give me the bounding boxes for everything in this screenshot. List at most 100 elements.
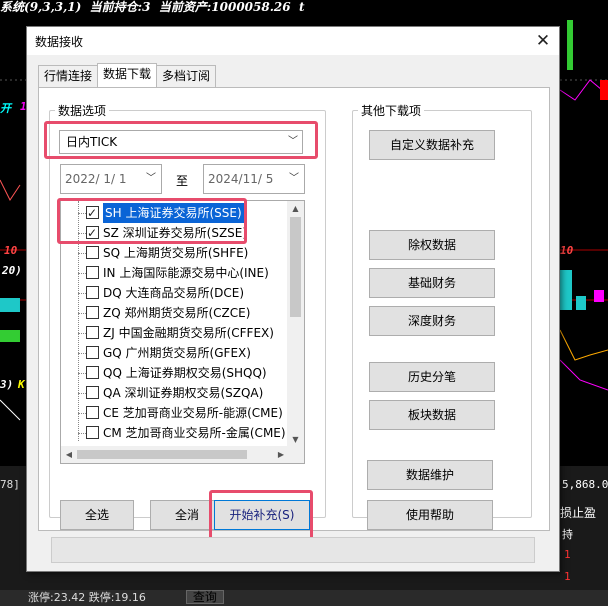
checkbox-icon[interactable] bbox=[86, 426, 99, 439]
data-type-value: 日内TICK bbox=[66, 135, 118, 149]
row-label-k: K bbox=[18, 378, 25, 391]
data-receive-dialog: 数据接收 ✕ 行情连接 数据下载 多档订阅 数据选项 日内TICK ﹀ 2022… bbox=[26, 26, 560, 572]
historical-tick-button[interactable]: 历史分笔 bbox=[369, 362, 495, 392]
usage-help-button[interactable]: 使用帮助 bbox=[367, 500, 493, 530]
data-type-combo[interactable]: 日内TICK ﹀ bbox=[59, 130, 303, 154]
sector-data-button[interactable]: 板块数据 bbox=[369, 400, 495, 430]
select-all-button[interactable]: 全选 bbox=[60, 500, 134, 530]
market-list-item[interactable]: QA 深圳证券期权交易(SZQA) bbox=[61, 383, 287, 403]
strategy-prefix: 系统 bbox=[0, 0, 25, 14]
market-list-item[interactable]: DQ 大连商品交易所(DCE) bbox=[61, 283, 287, 303]
market-label: ZJ 中国金融期货交易所(CFFEX) bbox=[103, 326, 274, 340]
data-maintenance-button[interactable]: 数据维护 bbox=[367, 460, 493, 490]
dialog-title: 数据接收 bbox=[35, 34, 84, 49]
checkbox-icon[interactable] bbox=[86, 266, 99, 279]
market-label: SZ 深圳证券交易所(SZSE) bbox=[103, 226, 248, 240]
checkbox-icon[interactable] bbox=[86, 386, 99, 399]
scroll-left-icon[interactable]: ◀ bbox=[61, 446, 77, 463]
checkbox-icon[interactable] bbox=[86, 286, 99, 299]
end-date-picker[interactable]: 2024/11/ 5 ﹀ bbox=[203, 164, 305, 194]
assets-value: 1000058.26 bbox=[211, 0, 291, 14]
market-label: GQ 广州期货交易所(GFEX) bbox=[103, 346, 251, 360]
dialog-status-bar bbox=[51, 537, 535, 563]
market-label: SQ 上海期货交易所(SHFE) bbox=[103, 246, 249, 260]
scroll-thumb[interactable] bbox=[290, 217, 301, 317]
market-list-item[interactable]: SQ 上海期货交易所(SHFE) bbox=[61, 243, 287, 263]
row-label-10a: 10 bbox=[4, 244, 18, 257]
checkbox-icon[interactable] bbox=[86, 406, 99, 419]
scroll-up-icon[interactable]: ▲ bbox=[287, 201, 304, 217]
market-label: CE 芝加哥商业交易所-能源(CME) bbox=[103, 406, 283, 420]
market-list-item[interactable]: CM 芝加哥商业交易所-金属(CME) bbox=[61, 423, 287, 443]
checkbox-checked-icon[interactable] bbox=[86, 223, 99, 243]
right-stoploss: 损止盈 bbox=[560, 506, 597, 520]
market-label: IN 上海国际能源交易中心(INE) bbox=[103, 266, 269, 280]
tab-strip: 行情连接 数据下载 多档订阅 bbox=[38, 63, 217, 87]
tab-data-download[interactable]: 数据下载 bbox=[97, 63, 158, 87]
chevron-down-icon: ﹀ bbox=[288, 136, 298, 147]
data-download-panel: 数据选项 日内TICK ﹀ 2022/ 1/ 1 ﹀ 至 2024/11/ 5 … bbox=[38, 87, 550, 558]
exright-data-button[interactable]: 除权数据 bbox=[369, 230, 495, 260]
market-label: CM 芝加哥商业交易所-金属(CME) bbox=[103, 426, 286, 440]
market-list-item[interactable]: SZ 深圳证券交易所(SZSE) bbox=[61, 223, 287, 243]
horizontal-scrollbar[interactable]: ◀ ▶ bbox=[61, 446, 304, 463]
position-label: 当前持仓: bbox=[89, 0, 143, 14]
strategy-status-line: 系统(9,3,3,1) 当前持仓:3 当前资产:1000058.26 t bbox=[0, 0, 608, 16]
right-price: 5,868.00 bbox=[562, 478, 608, 491]
row-label-20: 20) bbox=[2, 264, 22, 277]
market-label: QQ 上海证券期权交易(SHQQ) bbox=[103, 366, 267, 380]
scroll-right-icon[interactable]: ▶ bbox=[273, 446, 289, 463]
bottom-status-bar: 涨停:23.42 跌停:19.16 查询 bbox=[0, 590, 608, 606]
market-label: QA 深圳证券期权交易(SZQA) bbox=[103, 386, 264, 400]
tab-market-connect[interactable]: 行情连接 bbox=[38, 65, 99, 87]
market-list-item[interactable]: SH 上海证券交易所(SSE) bbox=[61, 202, 287, 224]
left-marker-open: 开 bbox=[0, 102, 11, 115]
checkbox-icon[interactable] bbox=[86, 326, 99, 339]
query-button[interactable]: 查询 bbox=[185, 590, 224, 604]
checkbox-icon[interactable] bbox=[86, 246, 99, 259]
right-one-b: 1 bbox=[564, 570, 571, 583]
right-one-a: 1 bbox=[564, 548, 571, 561]
checkbox-icon[interactable] bbox=[86, 366, 99, 379]
custom-data-fill-button[interactable]: 自定义数据补充 bbox=[369, 130, 495, 160]
market-list-item[interactable]: IN 上海国际能源交易中心(INE) bbox=[61, 263, 287, 283]
strategy-params: (9,3,3,1) bbox=[24, 0, 82, 14]
date-to-label: 至 bbox=[176, 174, 189, 188]
data-options-label: 数据选项 bbox=[55, 104, 110, 118]
position-value: 3 bbox=[142, 0, 151, 14]
end-date-value: 2024/11/ 5 bbox=[208, 172, 274, 186]
checkbox-checked-icon[interactable] bbox=[86, 203, 99, 223]
limit-prices: 涨停:23.42 跌停:19.16 bbox=[28, 591, 146, 604]
deselect-all-button[interactable]: 全消 bbox=[150, 500, 224, 530]
start-date-value: 2022/ 1/ 1 bbox=[65, 172, 127, 186]
market-label: ZQ 郑州期货交易所(CZCE) bbox=[103, 306, 251, 320]
vertical-scrollbar[interactable]: ▲ ▼ bbox=[287, 201, 304, 448]
assets-label: 当前资产: bbox=[158, 0, 212, 14]
market-list-item[interactable]: QQ 上海证券期权交易(SHQQ) bbox=[61, 363, 287, 383]
scroll-thumb-horizontal[interactable] bbox=[77, 450, 247, 459]
checkbox-icon[interactable] bbox=[86, 306, 99, 319]
dialog-titlebar: 数据接收 ✕ bbox=[27, 27, 559, 55]
row-label-3: 3) bbox=[0, 378, 14, 391]
market-list-item[interactable]: CE 芝加哥商业交易所-能源(CME) bbox=[61, 403, 287, 423]
basic-financial-button[interactable]: 基础财务 bbox=[369, 268, 495, 298]
market-tree-list[interactable]: SH 上海证券交易所(SSE) SZ 深圳证券交易所(SZSE) SQ 上海期货交易… bbox=[60, 200, 305, 464]
left-78: 78] bbox=[0, 478, 20, 491]
checkbox-icon[interactable] bbox=[86, 346, 99, 359]
market-list-item[interactable]: ZJ 中国金融期货交易所(CFFEX) bbox=[61, 323, 287, 343]
right-hold: 持 bbox=[562, 528, 573, 541]
row-label-10b: 10 bbox=[560, 244, 574, 257]
top-suffix: t bbox=[298, 0, 305, 14]
market-label: DQ 大连商品交易所(DCE) bbox=[103, 286, 245, 300]
close-icon[interactable]: ✕ bbox=[533, 31, 553, 51]
tab-multilevel-subscribe[interactable]: 多档订阅 bbox=[156, 65, 217, 87]
start-date-picker[interactable]: 2022/ 1/ 1 ﹀ bbox=[60, 164, 162, 194]
market-label: SH 上海证券交易所(SSE) bbox=[102, 202, 245, 224]
chevron-down-icon: ﹀ bbox=[146, 173, 156, 184]
market-list-item[interactable]: ZQ 郑州期货交易所(CZCE) bbox=[61, 303, 287, 323]
start-fill-button[interactable]: 开始补充(S) bbox=[214, 500, 310, 530]
deep-financial-button[interactable]: 深度财务 bbox=[369, 306, 495, 336]
market-list-item[interactable]: GQ 广州期货交易所(GFEX) bbox=[61, 343, 287, 363]
chevron-down-icon: ﹀ bbox=[289, 173, 299, 184]
other-downloads-label: 其他下载项 bbox=[358, 104, 425, 118]
